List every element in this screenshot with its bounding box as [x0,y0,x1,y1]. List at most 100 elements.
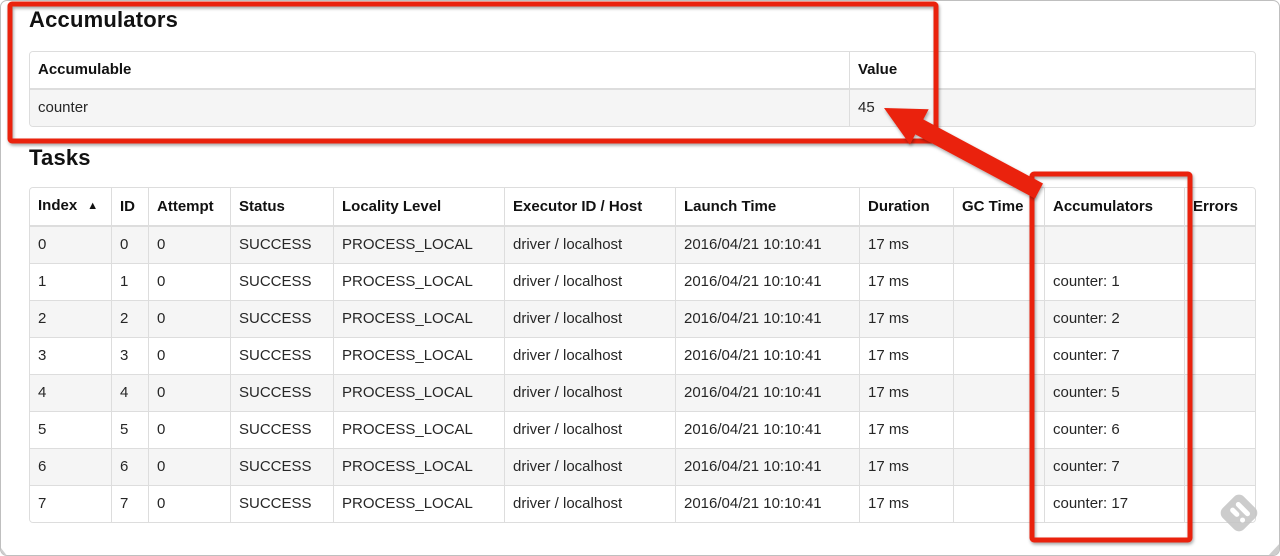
tasks-column-header-errors[interactable]: Errors [1185,188,1255,227]
tasks-table-row: 4 4 0 SUCCESS PROCESS_LOCAL driver / localhos… [30,375,1255,412]
tasks-table-row: 3 3 0 SUCCESS PROCESS_LOCAL driver / localhos… [30,338,1255,375]
tasks-column-header-accumulators[interactable]: Accumulators [1045,188,1185,227]
tasks-cell-status: SUCCESS [231,227,334,264]
tasks-cell-gc-time [954,375,1045,412]
acc-column-header-accumulable[interactable]: Accumulable [30,52,850,90]
tasks-cell-id: 3 [112,338,149,375]
tasks-column-header-id[interactable]: ID [112,188,149,227]
tasks-cell-gc-time [954,449,1045,486]
tasks-cell-executor-id-host: driver / localhost [505,338,676,375]
tasks-cell-status: SUCCESS [231,375,334,412]
tasks-table-row: 7 7 0 SUCCESS PROCESS_LOCAL driver / localhos… [30,486,1255,522]
tasks-cell-locality-level: PROCESS_LOCAL [334,449,505,486]
accumulators-table: Accumulable Value counter 45 [29,51,1256,127]
tasks-cell-index: 2 [30,301,112,338]
tasks-cell-status: SUCCESS [231,486,334,522]
tasks-cell-launch-time: 2016/04/21 10:10:41 [676,227,860,264]
tasks-column-header-duration[interactable]: Duration [860,188,954,227]
tasks-column-header-status[interactable]: Status [231,188,334,227]
tasks-column-header-index[interactable]: Index ▲ [30,188,112,227]
tasks-table: Index ▲ ID Attempt Status Locality Level Execu… [29,187,1256,523]
accumulators-heading: Accumulators [29,7,179,32]
tasks-cell-errors [1185,227,1255,264]
tasks-cell-attempt: 0 [149,264,231,301]
acc-column-header-value[interactable]: Value [850,52,1255,90]
tasks-cell-errors [1185,338,1255,375]
tasks-cell-accumulators: counter: 1 [1045,264,1185,301]
tasks-cell-errors [1185,375,1255,412]
tasks-cell-locality-level: PROCESS_LOCAL [334,338,505,375]
tasks-cell-locality-level: PROCESS_LOCAL [334,264,505,301]
tasks-column-header-launch-time[interactable]: Launch Time [676,188,860,227]
tasks-table-header: Index ▲ ID Attempt Status Locality Level Execu… [30,188,1255,227]
tasks-cell-duration: 17 ms [860,486,954,522]
tasks-cell-accumulators [1045,227,1185,264]
tasks-cell-index: 4 [30,375,112,412]
tasks-cell-attempt: 0 [149,338,231,375]
tasks-cell-gc-time [954,301,1045,338]
tasks-table-row: 6 6 0 SUCCESS PROCESS_LOCAL driver / localhos… [30,449,1255,486]
accumulators-table-body: counter 45 [30,90,1255,126]
sort-ascending-icon: ▲ [87,200,99,212]
tasks-cell-launch-time: 2016/04/21 10:10:41 [676,338,860,375]
tasks-cell-gc-time [954,264,1045,301]
tasks-cell-status: SUCCESS [231,412,334,449]
tasks-cell-status: SUCCESS [231,301,334,338]
tasks-table-row: 0 0 0 SUCCESS PROCESS_LOCAL driver / localhos… [30,227,1255,264]
tasks-cell-status: SUCCESS [231,449,334,486]
tasks-cell-executor-id-host: driver / localhost [505,486,676,522]
tasks-cell-duration: 17 ms [860,227,954,264]
tasks-cell-index: 5 [30,412,112,449]
tasks-cell-locality-level: PROCESS_LOCAL [334,227,505,264]
tasks-cell-id: 1 [112,264,149,301]
tasks-cell-errors [1185,301,1255,338]
tasks-cell-accumulators: counter: 7 [1045,449,1185,486]
tasks-cell-locality-level: PROCESS_LOCAL [334,486,505,522]
tasks-table-row: 5 5 0 SUCCESS PROCESS_LOCAL driver / localhos… [30,412,1255,449]
tasks-cell-executor-id-host: driver / localhost [505,264,676,301]
tasks-cell-attempt: 0 [149,375,231,412]
tasks-cell-executor-id-host: driver / localhost [505,227,676,264]
tasks-cell-gc-time [954,412,1045,449]
tasks-header-row: Index ▲ ID Attempt Status Locality Level Execu… [30,188,1255,227]
tasks-cell-duration: 17 ms [860,264,954,301]
tasks-cell-attempt: 0 [149,486,231,522]
tasks-cell-id: 6 [112,449,149,486]
acc-cell-accumulable: counter [30,90,850,126]
tasks-cell-executor-id-host: driver / localhost [505,449,676,486]
tasks-cell-attempt: 0 [149,449,231,486]
tasks-cell-launch-time: 2016/04/21 10:10:41 [676,486,860,522]
tasks-cell-errors [1185,412,1255,449]
tasks-cell-attempt: 0 [149,227,231,264]
tasks-cell-index: 6 [30,449,112,486]
tasks-cell-attempt: 0 [149,301,231,338]
tasks-cell-launch-time: 2016/04/21 10:10:41 [676,301,860,338]
tasks-cell-executor-id-host: driver / localhost [505,301,676,338]
tasks-cell-accumulators: counter: 6 [1045,412,1185,449]
tasks-cell-locality-level: PROCESS_LOCAL [334,301,505,338]
tasks-cell-accumulators: counter: 7 [1045,338,1185,375]
tasks-cell-attempt: 0 [149,412,231,449]
tasks-column-header-executor-id-host[interactable]: Executor ID / Host [505,188,676,227]
tasks-cell-accumulators: counter: 17 [1045,486,1185,522]
tasks-column-header-gc-time[interactable]: GC Time [954,188,1045,227]
tasks-cell-duration: 17 ms [860,301,954,338]
tasks-cell-id: 0 [112,227,149,264]
tasks-cell-launch-time: 2016/04/21 10:10:41 [676,412,860,449]
tasks-cell-status: SUCCESS [231,338,334,375]
tasks-cell-gc-time [954,486,1045,522]
tasks-cell-accumulators: counter: 5 [1045,375,1185,412]
page-frame: Accumulators Accumulable Value counter 45 … [0,0,1280,556]
tasks-cell-locality-level: PROCESS_LOCAL [334,412,505,449]
tasks-column-header-locality-level[interactable]: Locality Level [334,188,505,227]
tasks-cell-launch-time: 2016/04/21 10:10:41 [676,375,860,412]
tasks-cell-index: 7 [30,486,112,522]
tasks-cell-index: 0 [30,227,112,264]
acc-cell-value: 45 [850,90,1255,126]
tasks-cell-launch-time: 2016/04/21 10:10:41 [676,449,860,486]
tasks-table-body: 0 0 0 SUCCESS PROCESS_LOCAL driver / localhos… [30,227,1255,522]
tasks-column-header-attempt[interactable]: Attempt [149,188,231,227]
tasks-cell-duration: 17 ms [860,375,954,412]
tasks-cell-errors [1185,264,1255,301]
tasks-cell-launch-time: 2016/04/21 10:10:41 [676,264,860,301]
